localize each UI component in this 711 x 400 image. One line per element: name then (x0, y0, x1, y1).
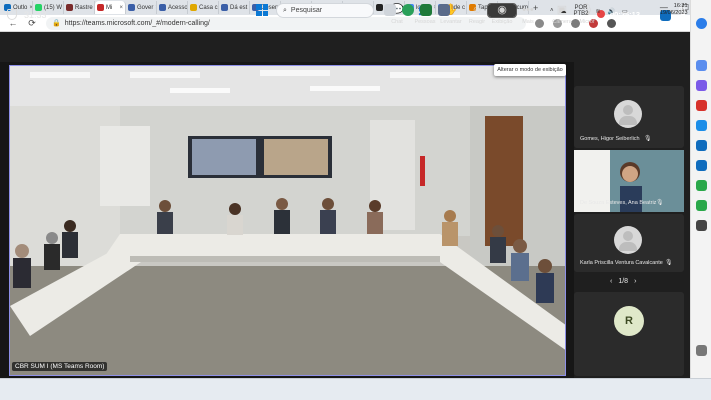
more-icon: ••• (522, 4, 534, 16)
mic-muted-icon: 🎙 (656, 200, 664, 206)
teams-toolbar (0, 32, 690, 62)
tab-label: Gover (137, 4, 154, 11)
wifi-icon[interactable]: ≋ (596, 8, 601, 15)
browser-tab[interactable]: Dá est× (219, 1, 250, 14)
avatar (614, 226, 642, 254)
tab-label: (15) W (44, 4, 62, 11)
participant-tile[interactable]: Karla Priscilla Ventura Cavalcante 🎙 (574, 214, 684, 272)
meeting-timer: 31:33 (24, 10, 47, 20)
toolbar-button-react[interactable]: ☺ Reagir (463, 4, 491, 25)
xbox-icon[interactable] (420, 4, 432, 16)
settings-app-icon[interactable] (438, 4, 450, 16)
browser-tab[interactable]: Casa c× (188, 1, 219, 14)
view-icon: ◉ (487, 3, 517, 18)
tab-label: Casa c (199, 4, 218, 11)
windows-taskbar (0, 378, 711, 400)
tab-label: Acesso (168, 4, 188, 11)
more-options-icon[interactable] (607, 18, 616, 28)
tab-label: Mi (106, 4, 113, 11)
toolbar-button-more[interactable]: ••• Mais (514, 4, 542, 25)
toolbar-button-label: Chat (391, 19, 403, 25)
outlook-icon[interactable] (696, 160, 707, 171)
toolbar-button-view[interactable]: ◉ Exibição (487, 3, 517, 25)
tab-favicon-icon (128, 4, 135, 11)
tab-favicon-icon (376, 4, 383, 11)
browser-tab[interactable]: Rastre× (64, 1, 95, 14)
avatar (614, 100, 642, 128)
next-page-icon[interactable]: › (634, 278, 636, 285)
toolbar-button-label: Levantar (440, 19, 462, 25)
tab-favicon-icon (221, 4, 228, 11)
search-placeholder: Pesquisar (290, 7, 323, 14)
windows-start-icon[interactable] (256, 4, 268, 16)
toolbar-button-label: Mais (522, 19, 534, 25)
toolbar-button-label: Microf (579, 19, 595, 25)
participant-name: De Souza Esteves, Ana Beatriz (580, 200, 657, 206)
office-icon[interactable] (696, 140, 707, 151)
tools-icon[interactable] (696, 100, 707, 111)
cloud-icon[interactable]: ☁ (561, 8, 567, 15)
browser-tab[interactable]: Mi × (95, 1, 126, 14)
participant-name: Karla Priscilla Ventura Cavalcante (580, 260, 663, 266)
browser-tab[interactable]: Gover× (126, 1, 157, 14)
participant-tile[interactable]: Gomes, Higor Seiberlich 🎙 (574, 86, 684, 148)
view-mode-tooltip: Alterar o modo de exibição (494, 64, 566, 76)
add-icon[interactable] (696, 220, 707, 231)
toolbar-button-label: Pessoas (414, 19, 436, 25)
tab-favicon-icon (97, 4, 104, 11)
page-indicator: 1/8 (618, 278, 629, 285)
toolbar-button-label: Reagir (468, 19, 486, 25)
language-indicator[interactable]: POR PTB2 (574, 5, 589, 17)
search-icon[interactable] (696, 60, 707, 71)
room-video-feed (9, 65, 566, 376)
shield-icon (7, 9, 17, 20)
tab-favicon-icon (190, 4, 197, 11)
shopping-icon[interactable] (696, 80, 707, 91)
url-text: https://teams.microsoft.com/_#/modern-ca… (64, 19, 210, 27)
lock-icon: 🔒 (52, 20, 61, 27)
tray-overflow-icon[interactable]: ˄ (550, 8, 554, 14)
tab-label: Dá est (230, 4, 248, 11)
participant-pager: ‹ 1/8 › (610, 278, 636, 285)
avatar-initial: R (614, 306, 644, 336)
bing-icon[interactable] (696, 18, 707, 29)
settings-icon[interactable] (696, 345, 707, 356)
lang-bottom: PTB2 (573, 11, 589, 17)
tab-favicon-icon (66, 4, 73, 11)
games-icon[interactable] (696, 120, 707, 131)
participant-name: Gomes, Higor Seiberlich (580, 136, 640, 142)
browser-tab[interactable]: Acesso× (157, 1, 188, 14)
tab-close-icon[interactable]: × (119, 5, 123, 11)
clock-time: 16:31 (673, 3, 688, 9)
tab-favicon-icon (159, 4, 166, 11)
battery-icon[interactable]: ▭ (622, 8, 628, 15)
react-icon: ☺ (471, 4, 483, 16)
search-icon: ⌕ (283, 6, 287, 14)
toolbar-button-label: Câmera (552, 19, 572, 25)
mic-muted-icon: 🎙 (644, 136, 652, 142)
whatsapp-icon[interactable] (696, 200, 707, 211)
system-clock[interactable]: 16:31 19/06/2023 (660, 3, 688, 17)
toolbar-button-label: Exibição (491, 19, 513, 25)
system-tray: ˄ ☁ POR PTB2 ≋ 🔊 ▭ (550, 3, 628, 19)
clock-date: 19/06/2023 (660, 10, 688, 16)
spotify-icon[interactable] (696, 180, 707, 191)
tab-label: Rastre (75, 4, 93, 11)
prev-page-icon[interactable]: ‹ (610, 278, 612, 285)
taskbar-search[interactable]: ⌕ Pesquisar (276, 3, 374, 18)
room-label: CBR SUM I (MS Teams Room) (12, 362, 108, 371)
mic-muted-icon: 🎙 (665, 260, 673, 266)
taskview-icon[interactable] (384, 4, 396, 16)
volume-icon[interactable]: 🔊 (608, 8, 615, 15)
edge-icon[interactable] (402, 4, 414, 16)
edge-sidebar (690, 0, 711, 380)
participant-tile[interactable]: De Souza Esteves, Ana Beatriz 🎙 (574, 150, 684, 212)
